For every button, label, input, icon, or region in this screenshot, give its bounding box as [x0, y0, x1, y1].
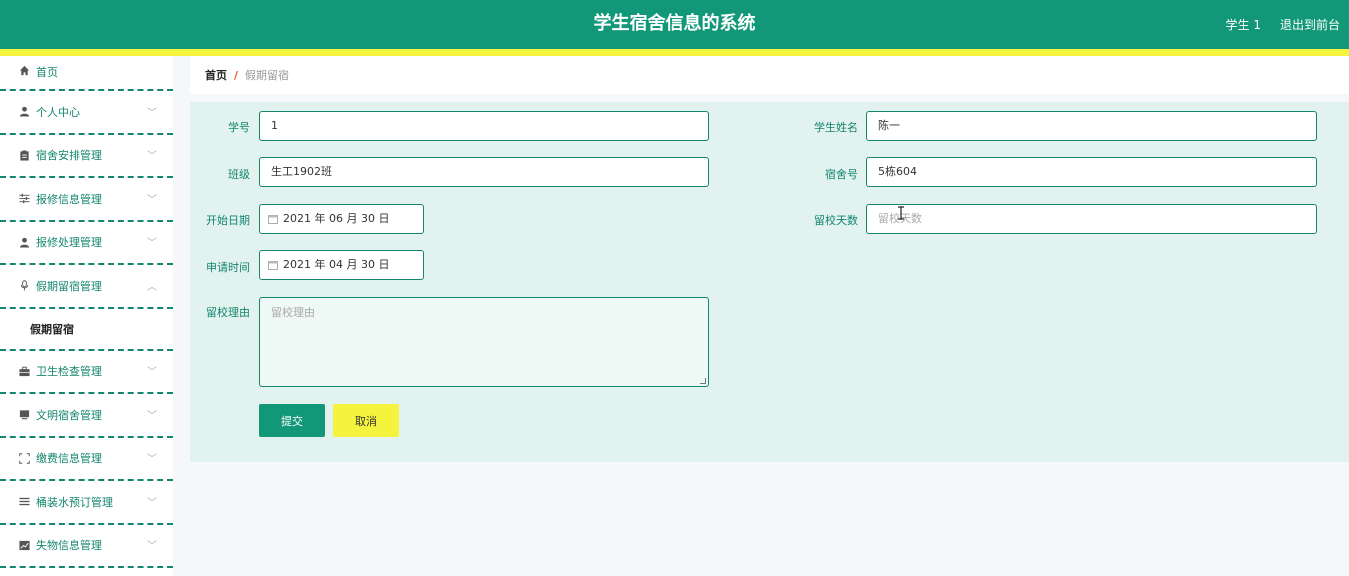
breadcrumb: 首页 / 假期留宿 — [190, 56, 1349, 94]
text-cursor-icon — [898, 206, 904, 220]
sidebar-item-label: 报修信息管理 — [36, 192, 102, 206]
chevron-down-icon: ﹀ — [147, 454, 157, 466]
user-icon — [18, 236, 30, 248]
breadcrumb-current: 假期留宿 — [245, 69, 290, 82]
sidebar-item-payment-info[interactable]: 缴费信息管理 ﹀ — [0, 438, 173, 481]
monitor-icon — [18, 409, 30, 421]
sidebar-item-label: 文明宿舍管理 — [36, 408, 102, 422]
home-icon — [18, 64, 30, 76]
resize-handle-icon[interactable] — [700, 378, 706, 384]
sidebar-item-label: 假期留宿管理 — [36, 279, 102, 293]
sidebar-item-lost-found[interactable]: 失物信息管理 ﹀ — [0, 525, 173, 568]
calendar-icon — [268, 261, 278, 270]
current-user: 学生 1 — [1225, 18, 1261, 32]
stay-days-field[interactable]: 留校天数 — [866, 204, 1317, 234]
chevron-down-icon: ﹀ — [147, 194, 157, 206]
calendar-icon — [268, 215, 278, 224]
breadcrumb-separator: / — [234, 68, 239, 82]
stay-days-label: 留校天数 — [814, 214, 858, 227]
clipboard-icon — [18, 149, 30, 161]
apply-time-value: 2021 年 04 月 30 日 — [283, 258, 390, 271]
holiday-stay-form: 学号 1 学生姓名 陈一 班级 生工1902班 宿舍号 5栋604 开始日期 2… — [190, 102, 1349, 462]
sidebar-item-label: 报修处理管理 — [36, 236, 102, 250]
stay-reason-label: 留校理由 — [206, 306, 250, 319]
sidebar-item-civilized-dorm[interactable]: 文明宿舍管理 ﹀ — [0, 394, 173, 438]
breadcrumb-home[interactable]: 首页 — [205, 67, 227, 83]
sidebar-item-holiday-stay[interactable]: 假期留宿管理 ︿ — [0, 265, 173, 309]
sidebar-item-label: 桶装水预订管理 — [36, 495, 113, 509]
sidebar-item-label: 卫生检查管理 — [36, 365, 102, 379]
apply-time-picker[interactable]: 2021 年 04 月 30 日 — [259, 250, 424, 280]
sidebar-item-label: 缴费信息管理 — [36, 452, 102, 466]
dorm-number-field[interactable]: 5栋604 — [866, 157, 1317, 187]
student-name-label: 学生姓名 — [814, 121, 858, 134]
sidebar-item-water-order[interactable]: 桶装水预订管理 ﹀ — [0, 481, 173, 525]
fullscreen-icon — [18, 452, 30, 464]
sidebar-item-repair-handling[interactable]: 报修处理管理 ﹀ — [0, 222, 173, 265]
cancel-button[interactable]: 取消 — [333, 404, 399, 437]
app-title: 学生宿舍信息的系统 — [593, 13, 756, 34]
class-field[interactable]: 生工1902班 — [259, 157, 709, 187]
student-id-label: 学号 — [228, 121, 250, 134]
apply-time-label: 申请时间 — [206, 261, 250, 274]
sidebar-item-repair-info[interactable]: 报修信息管理 ﹀ — [0, 178, 173, 222]
logout-link[interactable]: 退出到前台 — [1280, 16, 1340, 33]
start-date-label: 开始日期 — [206, 214, 250, 227]
sidebar-item-label: 个人中心 — [36, 105, 80, 119]
sidebar-item-personal-center[interactable]: 个人中心 ﹀ — [0, 91, 173, 135]
chevron-down-icon: ﹀ — [147, 410, 157, 422]
sidebar-item-home[interactable]: 首页 — [0, 56, 173, 91]
stay-reason-placeholder: 留校理由 — [271, 306, 315, 319]
chevron-up-icon: ︿ — [147, 281, 157, 293]
sidebar-subitem-holiday-stay[interactable]: 假期留宿 — [0, 309, 173, 351]
student-name-field[interactable]: 陈一 — [866, 111, 1317, 141]
chevron-down-icon: ﹀ — [147, 107, 157, 119]
chevron-down-icon: ﹀ — [147, 497, 157, 509]
sidebar: 首页 个人中心 ﹀ 宿舍安排管理 ﹀ 报修信息管理 ﹀ 报修处理管理 ﹀ 假期留… — [0, 56, 173, 576]
student-id-field[interactable]: 1 — [259, 111, 709, 141]
class-label: 班级 — [228, 168, 250, 181]
user-icon — [18, 106, 30, 118]
sidebar-item-label: 失物信息管理 — [36, 539, 102, 553]
header-accent-bar — [0, 49, 1349, 56]
briefcase-icon — [18, 365, 30, 377]
sliders-icon — [18, 193, 30, 205]
chevron-down-icon: ﹀ — [147, 367, 157, 379]
dorm-number-label: 宿舍号 — [825, 168, 858, 181]
start-date-value: 2021 年 06 月 30 日 — [283, 212, 390, 225]
sidebar-item-dorm-arrangement[interactable]: 宿舍安排管理 ﹀ — [0, 135, 173, 178]
sidebar-item-label: 宿舍安排管理 — [36, 149, 102, 163]
chart-icon — [18, 539, 30, 551]
top-header: 学生宿舍信息的系统 学生 1 退出到前台 — [0, 0, 1349, 49]
sidebar-item-label: 首页 — [36, 66, 58, 79]
start-date-picker[interactable]: 2021 年 06 月 30 日 — [259, 204, 424, 234]
microphone-icon — [18, 280, 30, 292]
chevron-down-icon: ﹀ — [147, 151, 157, 163]
submit-button[interactable]: 提交 — [259, 404, 325, 437]
list-icon — [18, 496, 30, 508]
stay-reason-textarea[interactable]: 留校理由 — [259, 297, 709, 387]
sidebar-item-hygiene-check[interactable]: 卫生检查管理 ﹀ — [0, 351, 173, 394]
chevron-down-icon: ﹀ — [147, 238, 157, 250]
chevron-down-icon: ﹀ — [147, 541, 157, 553]
